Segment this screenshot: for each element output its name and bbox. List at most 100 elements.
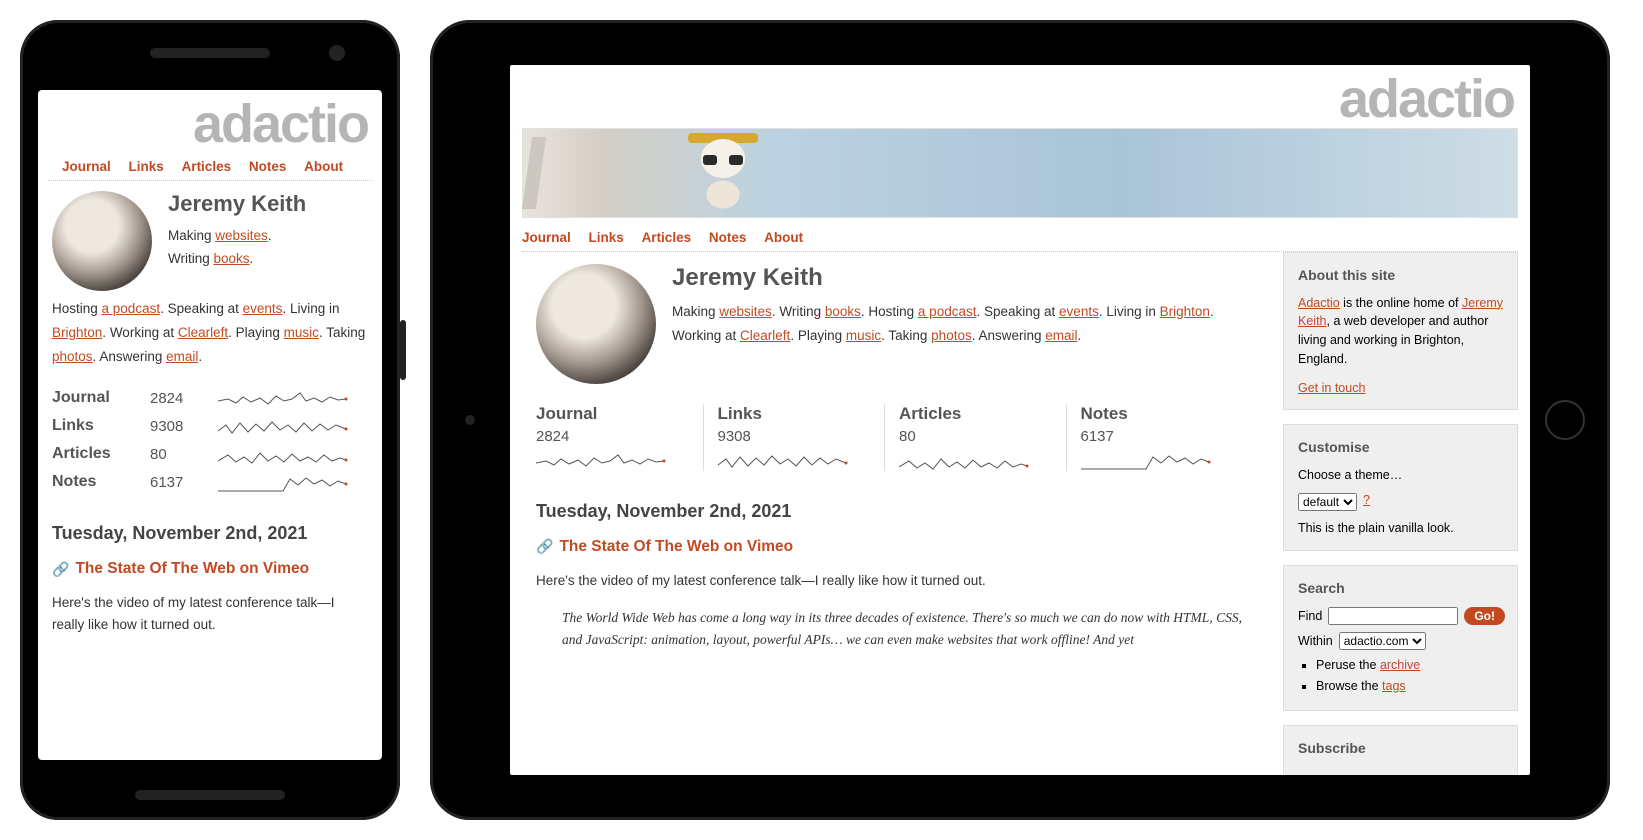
widget-search: Search Find Go! Within adactio.com Perus… — [1283, 565, 1518, 711]
link-websites[interactable]: websites — [719, 304, 772, 319]
nav-articles[interactable]: Articles — [182, 159, 232, 174]
search-heading: Search — [1298, 578, 1503, 599]
permalink-icon[interactable]: 🔗 — [52, 561, 69, 578]
tablet-frame: adactio Journal Links Articles Notes Abo… — [430, 20, 1610, 820]
bio-rest: Hosting a podcast. Speaking at events. L… — [52, 297, 368, 370]
stat-notes[interactable]: Notes 6137 — [52, 471, 368, 493]
nav-links[interactable]: Links — [589, 230, 624, 245]
stats-block: Journal 2824 Links 9308 Articles 80 — [536, 404, 1247, 471]
banner-figure — [673, 127, 773, 217]
link-books[interactable]: books — [825, 304, 861, 319]
permalink-icon[interactable]: 🔗 — [536, 538, 553, 555]
link-podcast[interactable]: a podcast — [102, 301, 161, 316]
link-brighton[interactable]: Brighton — [1160, 304, 1210, 319]
theme-help-link[interactable]: ? — [1363, 491, 1370, 510]
nav-journal[interactable]: Journal — [62, 159, 111, 174]
avatar — [536, 264, 656, 384]
link-music[interactable]: music — [284, 325, 319, 340]
sparkline-links — [218, 415, 368, 437]
about-heading: About this site — [1298, 265, 1503, 286]
theme-select[interactable]: default — [1298, 493, 1357, 511]
stat-articles[interactable]: Articles 80 — [52, 443, 368, 465]
nav-notes[interactable]: Notes — [709, 230, 747, 245]
sparkline-journal — [536, 449, 689, 471]
link-websites[interactable]: websites — [215, 228, 268, 243]
stat-links[interactable]: Links 9308 — [703, 404, 885, 471]
theme-description: This is the plain vanilla look. — [1298, 519, 1503, 538]
phone-camera — [329, 45, 345, 61]
link-clearleft[interactable]: Clearleft — [740, 328, 790, 343]
main-nav: Journal Links Articles Notes About — [48, 153, 372, 181]
sparkline-notes — [1081, 449, 1234, 471]
tags-list-item: Browse the tags — [1316, 677, 1503, 696]
nav-notes[interactable]: Notes — [249, 159, 287, 174]
link-contact[interactable]: Get in touch — [1298, 381, 1365, 395]
stat-articles[interactable]: Articles 80 — [884, 404, 1066, 471]
header-banner — [522, 128, 1518, 218]
archive-list-item: Peruse the archive — [1316, 656, 1503, 675]
choose-theme-label: Choose a theme… — [1298, 466, 1503, 485]
link-brighton[interactable]: Brighton — [52, 325, 102, 340]
link-archive[interactable]: archive — [1380, 658, 1420, 672]
post-excerpt: Here's the video of my latest conference… — [536, 570, 1247, 592]
phone-screen: adactio Journal Links Articles Notes Abo… — [38, 90, 382, 760]
link-events[interactable]: events — [1059, 304, 1099, 319]
phone-home-bar — [135, 790, 285, 800]
stat-journal[interactable]: Journal 2824 — [52, 387, 368, 409]
widget-about: About this site Adactio is the online ho… — [1283, 252, 1518, 411]
stat-notes[interactable]: Notes 6137 — [1066, 404, 1248, 471]
nav-journal[interactable]: Journal — [522, 230, 571, 245]
author-name: Jeremy Keith — [672, 264, 1247, 292]
bio-line-2: Writing books. — [168, 248, 306, 271]
within-select[interactable]: adactio.com — [1339, 632, 1426, 650]
post-date: Tuesday, November 2nd, 2021 — [536, 501, 1247, 522]
widget-subscribe: Subscribe — [1283, 725, 1518, 775]
link-adactio[interactable]: Adactio — [1298, 296, 1340, 310]
link-clearleft[interactable]: Clearleft — [178, 325, 228, 340]
link-email[interactable]: email — [1045, 328, 1077, 343]
stat-journal[interactable]: Journal 2824 — [536, 404, 703, 471]
link-photos[interactable]: photos — [52, 349, 93, 364]
sparkline-journal — [218, 387, 368, 409]
link-music[interactable]: music — [846, 328, 881, 343]
site-logo[interactable]: adactio — [510, 65, 1530, 128]
nav-about[interactable]: About — [764, 230, 803, 245]
customise-heading: Customise — [1298, 437, 1503, 458]
tablet-home-button[interactable] — [1545, 400, 1585, 440]
post-quote: The World Wide Web has come a long way i… — [536, 607, 1247, 650]
link-tags[interactable]: tags — [1382, 679, 1406, 693]
sparkline-links — [718, 449, 871, 471]
phone-speaker — [150, 48, 270, 58]
author-name: Jeremy Keith — [168, 191, 306, 217]
widget-customise: Customise Choose a theme… default ? This… — [1283, 424, 1518, 551]
sparkline-notes — [218, 471, 368, 493]
post-title-link[interactable]: The State Of The Web on Vimeo — [75, 560, 309, 578]
subscribe-heading: Subscribe — [1298, 738, 1503, 759]
nav-articles[interactable]: Articles — [642, 230, 692, 245]
sparkline-articles — [218, 443, 368, 465]
link-photos[interactable]: photos — [931, 328, 972, 343]
nav-links[interactable]: Links — [129, 159, 164, 174]
tablet-camera — [465, 415, 475, 425]
phone-frame: adactio Journal Links Articles Notes Abo… — [20, 20, 400, 820]
search-input[interactable] — [1328, 607, 1458, 625]
bio-line-1: Making websites. — [168, 225, 306, 248]
within-label: Within — [1298, 632, 1333, 651]
find-label: Find — [1298, 607, 1322, 626]
search-go-button[interactable]: Go! — [1464, 607, 1505, 625]
site-logo[interactable]: adactio — [38, 90, 382, 153]
link-podcast[interactable]: a podcast — [918, 304, 977, 319]
link-email[interactable]: email — [166, 349, 198, 364]
post-excerpt: Here's the video of my latest conference… — [52, 592, 368, 635]
nav-about[interactable]: About — [304, 159, 343, 174]
link-events[interactable]: events — [243, 301, 283, 316]
phone-side-button — [400, 320, 406, 380]
link-books[interactable]: books — [214, 251, 250, 266]
post-title-link[interactable]: The State Of The Web on Vimeo — [559, 538, 793, 556]
bio-text: Making websites. Writing books. Hosting … — [672, 300, 1247, 349]
film-strip-icon — [522, 137, 546, 209]
avatar — [52, 191, 152, 291]
sparkline-articles — [899, 449, 1052, 471]
stats-block: Journal 2824 Links 9308 Articles 80 Note… — [52, 387, 368, 493]
stat-links[interactable]: Links 9308 — [52, 415, 368, 437]
